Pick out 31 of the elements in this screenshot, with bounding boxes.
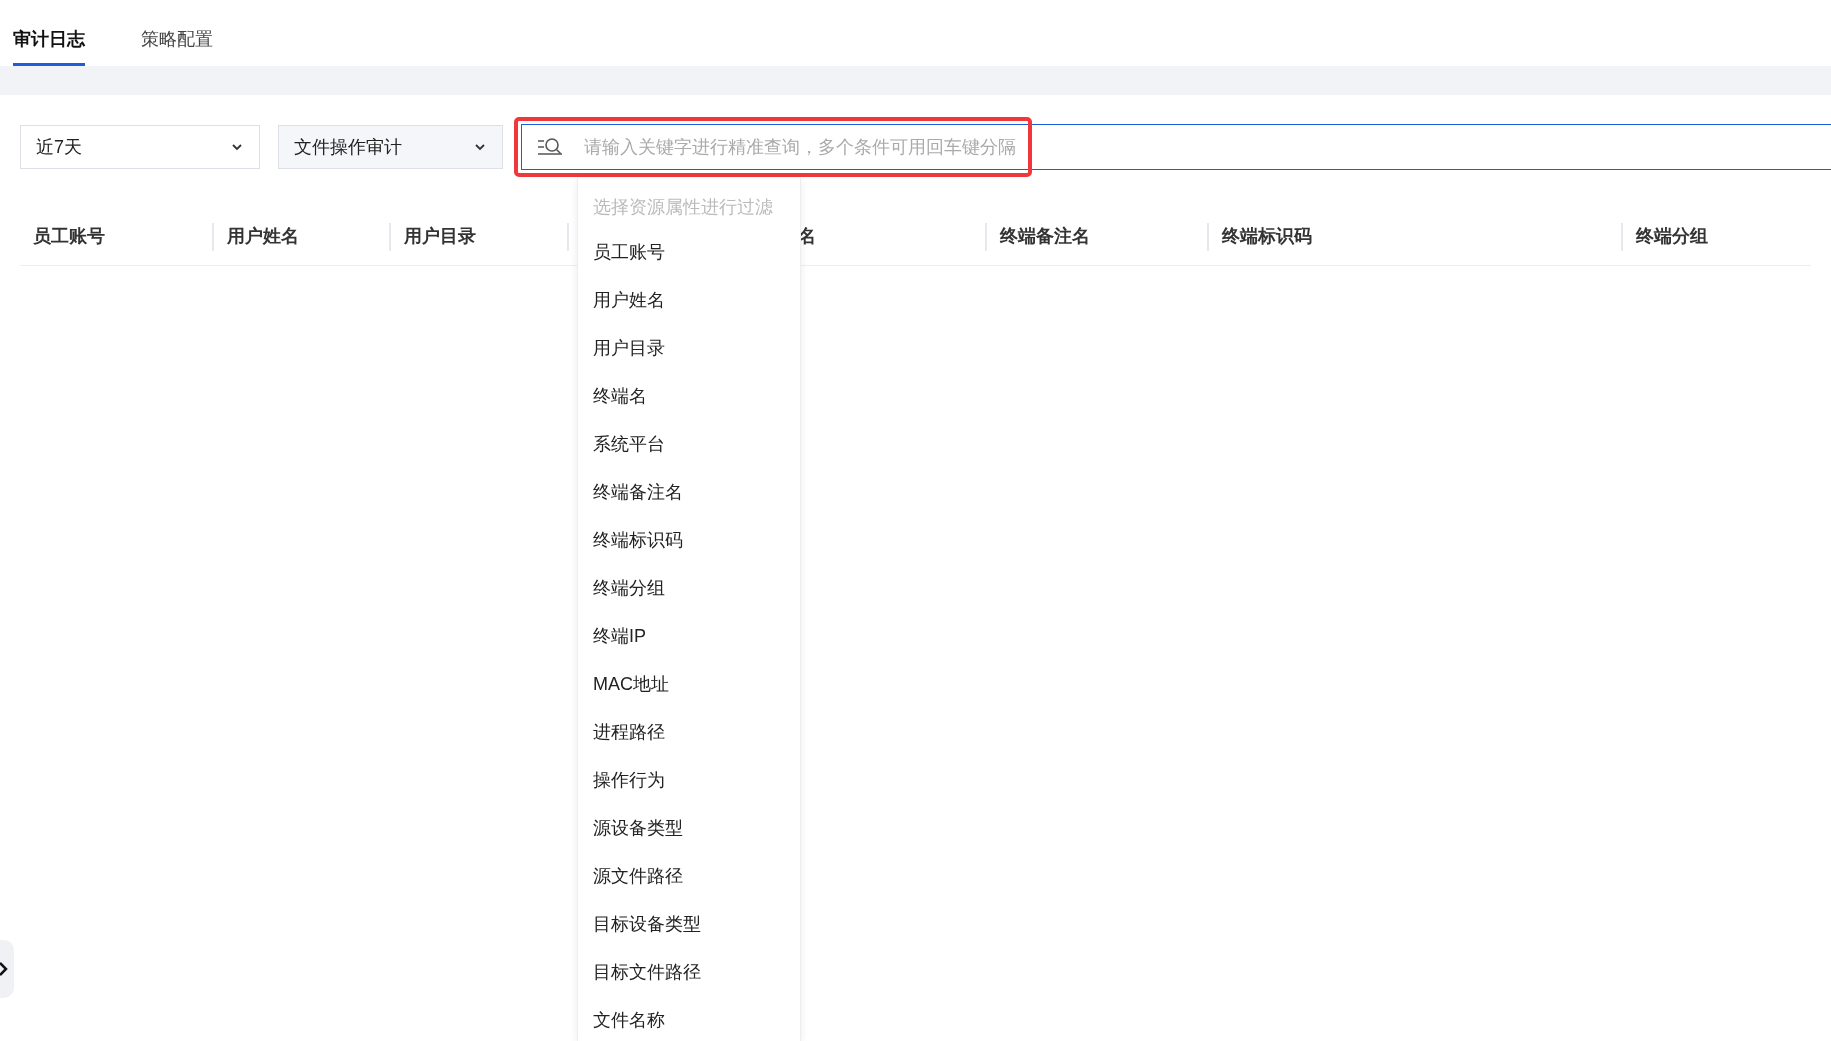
chevron-right-icon [0, 961, 9, 977]
column-header: 终端标识码 [1221, 225, 1312, 248]
dropdown-item[interactable]: MAC地址 [578, 660, 800, 708]
time-range-select[interactable]: 近7天 [20, 125, 260, 169]
dropdown-item[interactable]: 终端分组 [578, 564, 800, 612]
dropdown-item[interactable]: 用户目录 [578, 324, 800, 372]
search-icon [537, 136, 563, 158]
dropdown-item[interactable]: 终端名 [578, 372, 800, 420]
dropdown-item[interactable]: 目标设备类型 [578, 900, 800, 948]
expand-panel-button[interactable] [0, 940, 14, 998]
dropdown-item[interactable]: 系统平台 [578, 420, 800, 468]
dropdown-item[interactable]: 员工账号 [578, 228, 800, 276]
dropdown-item[interactable]: 用户姓名 [578, 276, 800, 324]
tab[interactable]: 策略配置 [141, 26, 213, 66]
dropdown-item[interactable]: 源文件路径 [578, 852, 800, 900]
search-field[interactable]: 请输入关键字进行精准查询，多个条件可用回车键分隔 [521, 124, 1831, 170]
dropdown-item[interactable]: 终端标识码 [578, 516, 800, 564]
dropdown-item[interactable]: 操作行为 [578, 756, 800, 804]
column-header: 员工账号 [33, 225, 105, 248]
dropdown-item[interactable]: 进程路径 [578, 708, 800, 756]
column-header: 终端分组 [1636, 225, 1709, 248]
dropdown-item[interactable]: 源设备类型 [578, 804, 800, 852]
dropdown-hint: 选择资源属性进行过滤 [592, 195, 774, 219]
column-header: 用户目录 [404, 225, 477, 248]
dropdown-item[interactable]: 终端备注名 [578, 468, 800, 516]
column-header: 用户姓名 [226, 225, 299, 248]
column-header: 终端备注名 [999, 225, 1090, 248]
audit-type-select[interactable]: 文件操作审计 [278, 125, 503, 169]
dropdown-item[interactable]: 文件名称 [578, 996, 800, 1041]
dropdown-item[interactable]: 终端IP [578, 612, 800, 660]
dropdown-item[interactable]: 目标文件路径 [578, 948, 800, 996]
